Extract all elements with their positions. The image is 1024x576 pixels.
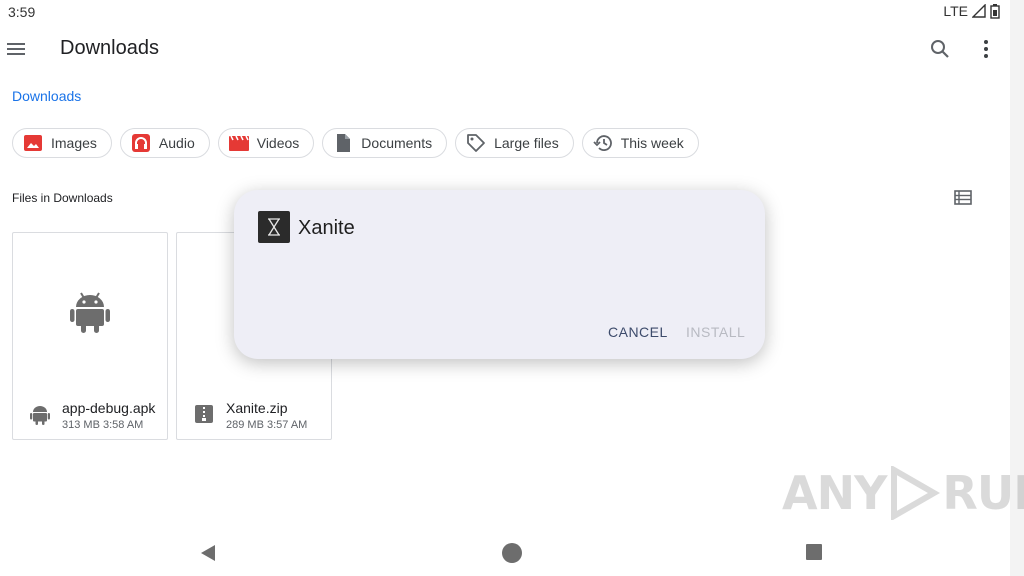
install-button[interactable]: INSTALL	[686, 324, 745, 340]
android-icon	[70, 291, 110, 333]
install-dialog: Xanite CANCEL INSTALL	[234, 190, 765, 359]
play-logo-icon	[891, 466, 941, 520]
list-view-icon[interactable]	[953, 188, 975, 208]
watermark-logo: ANY RUN	[782, 466, 1024, 520]
movie-icon	[228, 135, 249, 151]
chip-label: This week	[620, 135, 684, 151]
file-tile-apk[interactable]: app-debug.apk 313 MB 3:58 AM	[12, 232, 168, 440]
file-meta: 313 MB 3:58 AM	[62, 419, 144, 431]
back-icon[interactable]	[198, 542, 220, 564]
android-icon	[30, 406, 50, 425]
navigation-bar	[0, 530, 1010, 576]
app-bar: Downloads	[0, 28, 1010, 72]
image-icon	[24, 135, 42, 151]
history-icon	[593, 135, 612, 151]
chip-audio[interactable]: Audio	[119, 128, 210, 158]
zip-icon	[195, 405, 213, 423]
file-name: Xanite.zip	[226, 400, 288, 416]
page-title: Downloads	[60, 37, 159, 59]
menu-icon[interactable]	[6, 38, 28, 60]
hourglass-icon	[268, 218, 280, 236]
file-meta: 289 MB 3:57 AM	[226, 419, 308, 431]
file-thumbnail	[13, 233, 167, 388]
status-time: 3:59	[8, 4, 36, 20]
recents-icon[interactable]	[806, 544, 822, 560]
chip-large-files[interactable]: Large files	[455, 128, 574, 158]
network-label: LTE	[943, 3, 968, 19]
watermark-right: RUN	[942, 466, 1024, 520]
app-icon	[258, 211, 290, 243]
status-indicators: LTE	[943, 3, 1000, 19]
tag-icon	[467, 134, 486, 152]
home-icon[interactable]	[502, 543, 522, 563]
breadcrumb[interactable]: Downloads	[12, 88, 81, 104]
signal-icon	[972, 4, 986, 18]
dialog-app-name: Xanite	[298, 217, 355, 239]
battery-icon	[990, 3, 1000, 19]
chip-label: Images	[51, 135, 97, 151]
watermark-left: ANY	[782, 466, 887, 520]
chip-label: Videos	[256, 135, 300, 151]
chip-label: Large files	[494, 135, 559, 151]
cancel-button[interactable]: CANCEL	[608, 324, 668, 340]
chip-images[interactable]: Images	[12, 128, 112, 158]
filter-chips: Images Audio Videos Documents Large file…	[12, 128, 699, 158]
more-vert-icon[interactable]	[974, 37, 998, 61]
chip-this-week[interactable]: This week	[581, 128, 699, 158]
file-name: app-debug.apk	[62, 400, 156, 416]
document-icon	[337, 134, 351, 152]
section-label: Files in Downloads	[12, 191, 113, 205]
search-icon[interactable]	[928, 37, 952, 61]
chip-label: Audio	[158, 135, 195, 151]
chip-label: Documents	[361, 135, 433, 151]
chip-documents[interactable]: Documents	[322, 128, 448, 158]
headphones-icon	[131, 134, 150, 152]
status-bar: 3:59 LTE	[0, 0, 1010, 24]
chip-videos[interactable]: Videos	[217, 128, 315, 158]
